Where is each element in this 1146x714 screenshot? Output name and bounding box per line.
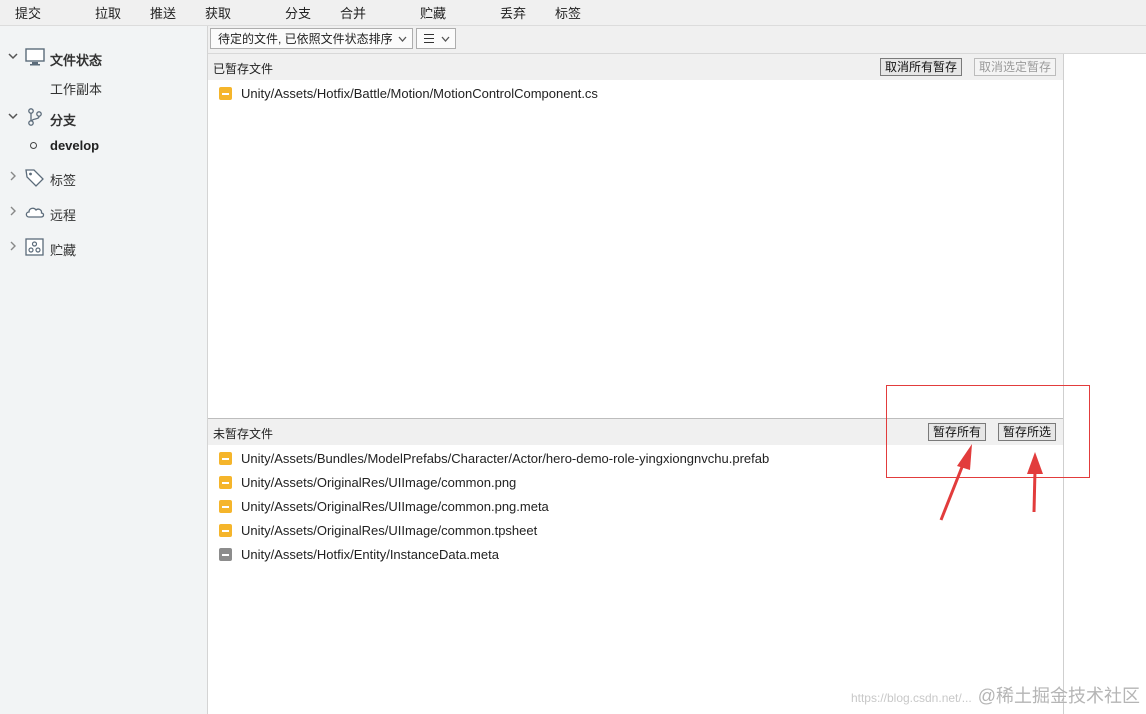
chevron-right-icon[interactable]: [6, 240, 20, 254]
stash-icon: [24, 237, 46, 257]
list-icon: [424, 34, 434, 46]
sidebar-label-file-status: 文件状态: [50, 53, 103, 68]
staged-file-row[interactable]: Unity/Assets/Hotfix/Battle/Motion/Motion…: [218, 83, 1058, 105]
branch-button[interactable]: 分支: [285, 3, 311, 22]
sidebar-section-branches[interactable]: 分支: [0, 107, 207, 129]
monitor-icon: [24, 47, 46, 67]
sidebar-item-develop[interactable]: develop: [0, 135, 207, 157]
stash-button[interactable]: 贮藏: [420, 3, 446, 22]
sidebar-label-remotes: 远程: [50, 208, 77, 223]
unstaged-file-path: Unity/Assets/Bundles/ModelPrefabs/Charac…: [241, 451, 770, 466]
modified-file-icon: [219, 476, 232, 489]
fetch-button[interactable]: 获取: [205, 3, 231, 22]
sidebar-label-develop: develop: [50, 138, 100, 153]
watermark-url: https://blog.csdn.net/...: [850, 691, 972, 705]
chevron-down-icon[interactable]: [6, 50, 20, 64]
discard-button[interactable]: 丢弃: [500, 3, 526, 22]
merge-button[interactable]: 合并: [340, 3, 366, 22]
file-status-panel: 已暂存文件 取消所有暂存 取消选定暂存 Unity/Assets/Hotfix/…: [208, 54, 1064, 714]
branch-icon: [24, 107, 46, 127]
modified-file-icon: [219, 500, 232, 513]
commit-button[interactable]: 提交: [15, 3, 41, 22]
main-toolbar: 提交 拉取 推送 获取 分支 合并 贮藏 丢弃 标签: [0, 0, 1146, 26]
sidebar-section-remotes[interactable]: 远程: [0, 202, 207, 224]
current-branch-icon: [30, 142, 37, 149]
sidebar-item-working-copy[interactable]: 工作副本: [50, 79, 102, 98]
sidebar-label-tags: 标签: [50, 173, 77, 188]
staged-files-header: 已暂存文件 取消所有暂存 取消选定暂存: [208, 54, 1063, 80]
unstaged-file-path: Unity/Assets/OriginalRes/UIImage/common.…: [241, 475, 517, 490]
unstaged-files-title: 未暂存文件: [213, 427, 274, 441]
chevron-right-icon[interactable]: [6, 205, 20, 219]
chevron-down-icon: [441, 32, 450, 49]
pull-button[interactable]: 拉取: [95, 3, 121, 22]
diff-pane: [1064, 54, 1146, 714]
tag-icon: [24, 167, 46, 187]
filter-bar: 待定的文件, 已依照文件状态排序: [208, 26, 1146, 54]
unstaged-file-path: Unity/Assets/OriginalRes/UIImage/common.…: [241, 523, 538, 538]
view-mode-button[interactable]: [416, 28, 456, 49]
sidebar: 文件状态 工作副本 分支 develop 标签 远程 贮藏: [0, 26, 208, 714]
cloud-icon: [24, 202, 46, 222]
chevron-down-icon[interactable]: [6, 110, 20, 124]
sort-dropdown-label: 待定的文件, 已依照文件状态排序: [218, 32, 393, 46]
sidebar-section-file-status[interactable]: 文件状态: [0, 47, 207, 69]
push-button[interactable]: 推送: [150, 3, 176, 22]
sidebar-label-branches: 分支: [50, 113, 77, 128]
watermark: https://blog.csdn.net/... @稀土掘金技术社区: [851, 682, 1140, 708]
sidebar-section-stashes[interactable]: 贮藏: [0, 237, 207, 259]
sort-dropdown[interactable]: 待定的文件, 已依照文件状态排序: [210, 28, 413, 49]
modified-file-icon: [219, 87, 232, 100]
tag-button[interactable]: 标签: [555, 3, 581, 22]
unstage-all-button[interactable]: 取消所有暂存: [880, 58, 963, 76]
watermark-text: @稀土掘金技术社区: [977, 686, 1140, 706]
modified-file-icon: [219, 524, 232, 537]
unstaged-file-row[interactable]: Unity/Assets/OriginalRes/UIImage/common.…: [218, 496, 1058, 518]
modified-file-icon: [219, 452, 232, 465]
annotation-highlight-box: [886, 385, 1090, 478]
sidebar-section-tags[interactable]: 标签: [0, 167, 207, 189]
unstaged-file-path: Unity/Assets/Hotfix/Entity/InstanceData.…: [241, 547, 499, 562]
staged-files-title: 已暂存文件: [213, 62, 274, 76]
removed-file-icon: [219, 548, 232, 561]
unstaged-file-row[interactable]: Unity/Assets/OriginalRes/UIImage/common.…: [218, 520, 1058, 542]
unstaged-file-row[interactable]: Unity/Assets/Hotfix/Entity/InstanceData.…: [218, 544, 1058, 566]
sidebar-label-stashes: 贮藏: [50, 243, 77, 258]
unstaged-file-path: Unity/Assets/OriginalRes/UIImage/common.…: [241, 499, 549, 514]
staged-file-path: Unity/Assets/Hotfix/Battle/Motion/Motion…: [241, 86, 598, 101]
chevron-right-icon[interactable]: [6, 170, 20, 184]
unstage-selected-button[interactable]: 取消选定暂存: [974, 58, 1057, 76]
